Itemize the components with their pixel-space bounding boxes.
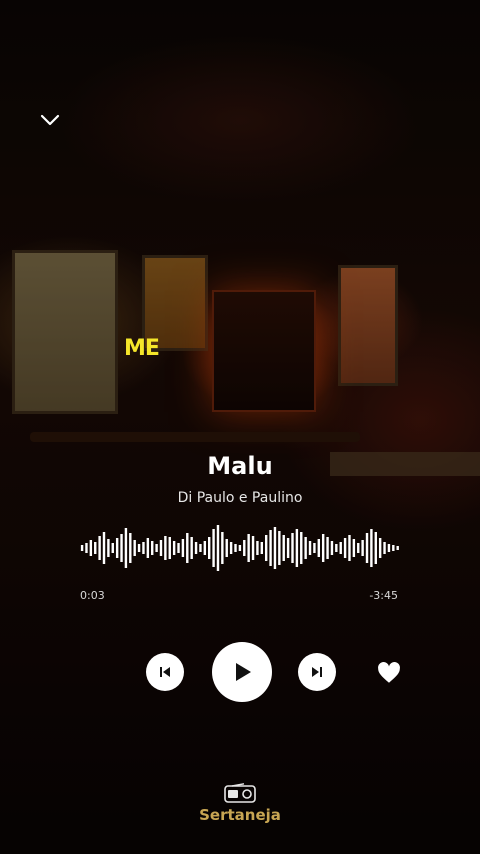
waveform-bar	[383, 542, 386, 554]
play-button[interactable]	[212, 642, 272, 702]
waveform-bar	[115, 538, 119, 558]
like-button[interactable]	[376, 660, 402, 686]
me-badge: ME	[124, 336, 160, 361]
waveform-bar	[85, 543, 88, 553]
waveform-bar	[374, 532, 377, 564]
waveform-bar	[251, 536, 255, 560]
waveform-bar	[80, 545, 84, 551]
waveform-bar	[102, 532, 106, 564]
waveform-bar	[313, 543, 316, 553]
waveform-bar	[243, 540, 246, 556]
waveform-bar	[111, 543, 114, 553]
waveform-bar	[304, 537, 307, 559]
collapse-button[interactable]	[36, 106, 64, 134]
waveform-bar	[146, 538, 150, 558]
waveform-bar	[348, 535, 351, 561]
chevron-down-icon	[40, 114, 60, 126]
player-screen: ME Malu Di Paulo e Paulino 0:03 -3:45 Se…	[0, 0, 480, 854]
waveform-bar	[343, 538, 347, 558]
station-button[interactable]: Sertaneja	[0, 783, 480, 824]
waveform-bar	[273, 527, 277, 569]
waveform-bar	[300, 532, 303, 564]
waveform-bar	[177, 543, 180, 553]
waveform-bar	[186, 533, 189, 563]
waveform-bar	[326, 537, 329, 559]
waveform-bar	[286, 538, 290, 558]
waveform-bar	[282, 535, 285, 561]
waveform-bar	[181, 539, 185, 557]
waveform-bar	[164, 536, 167, 560]
song-artist: Di Paulo e Paulino	[177, 490, 303, 506]
background-dim-overlay	[0, 0, 480, 854]
waveform-bar	[365, 533, 369, 563]
waveform-bar	[120, 534, 123, 562]
audio-waveform[interactable]	[80, 518, 400, 578]
waveform-bar	[378, 538, 382, 558]
waveform-bar	[396, 546, 399, 550]
waveform-bar	[107, 539, 110, 557]
waveform-bar	[335, 544, 338, 552]
waveform-bar	[387, 544, 391, 552]
waveform-bar	[308, 541, 312, 555]
waveform-bar	[124, 528, 128, 568]
waveform-bar	[370, 529, 373, 567]
waveform-bar	[295, 529, 299, 567]
waveform-bar	[190, 537, 193, 559]
waveform-bar	[142, 542, 145, 554]
waveform-bar	[238, 545, 242, 551]
waveform-bar	[194, 542, 198, 554]
waveform-bar	[256, 541, 259, 555]
waveform-bar	[129, 533, 132, 563]
song-title: Malu	[207, 452, 273, 480]
waveform-bar	[234, 544, 237, 552]
waveform-bar	[203, 541, 207, 555]
station-name: Sertaneja	[199, 806, 281, 824]
play-icon	[236, 663, 251, 681]
heart-icon	[378, 662, 400, 683]
waveform-bar	[133, 540, 136, 556]
waveform-bar	[225, 539, 228, 557]
waveform-bar	[98, 536, 101, 560]
waveform-bar	[199, 544, 202, 552]
next-button[interactable]	[298, 653, 336, 691]
waveform-bar	[321, 534, 325, 562]
waveform-bar	[229, 542, 233, 554]
waveform-bar	[317, 539, 320, 557]
waveform-bar	[151, 541, 154, 555]
waveform-bar	[208, 537, 211, 559]
skip-previous-icon	[160, 667, 170, 677]
waveform-bar	[212, 529, 215, 567]
waveform-bar	[221, 532, 224, 564]
skip-next-icon	[312, 667, 322, 677]
waveform-bar	[330, 541, 334, 555]
waveform-bar	[89, 540, 93, 556]
waveform-bar	[361, 540, 364, 556]
previous-button[interactable]	[146, 653, 184, 691]
waveform-bar	[260, 542, 264, 554]
waveform-bar	[172, 541, 176, 555]
waveform-bar	[339, 542, 342, 554]
waveform-bar	[357, 543, 360, 553]
radio-icon	[224, 783, 256, 803]
waveform-bar	[159, 540, 163, 556]
waveform-bar	[155, 544, 158, 552]
waveform-bar	[264, 535, 268, 561]
waveform-bar	[291, 533, 294, 563]
waveform-bar	[278, 531, 281, 565]
elapsed-time: 0:03	[80, 589, 105, 602]
waveform-bar	[392, 545, 395, 551]
waveform-bar	[137, 544, 141, 552]
waveform-bar	[94, 542, 97, 554]
waveform-bar	[168, 537, 171, 559]
waveform-bar	[247, 534, 250, 562]
waveform-bar	[269, 530, 272, 566]
waveform-bar	[216, 525, 220, 571]
waveform-bar	[352, 539, 356, 557]
remaining-time: -3:45	[369, 589, 398, 602]
